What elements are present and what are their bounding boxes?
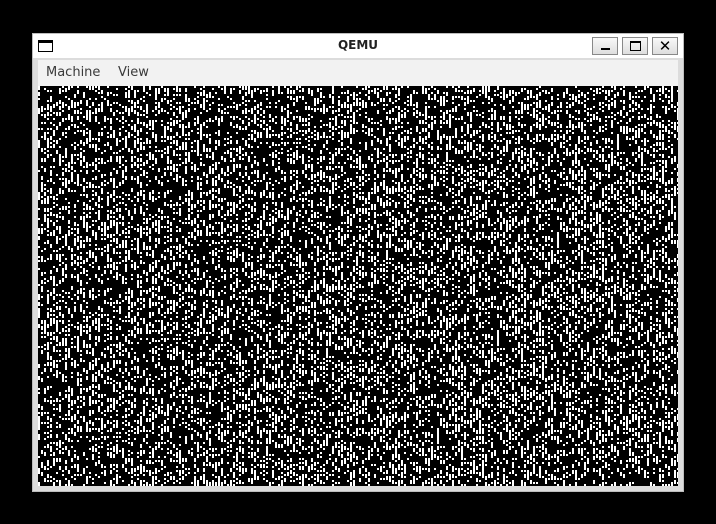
close-button[interactable]: ✕ (652, 37, 678, 55)
minimize-icon (601, 48, 610, 50)
close-icon: ✕ (658, 37, 672, 55)
menu-bar: Machine View (38, 60, 678, 86)
menu-view[interactable]: View (118, 65, 149, 80)
maximize-icon (630, 41, 641, 51)
menu-machine[interactable]: Machine (46, 65, 100, 80)
minimize-button[interactable] (592, 37, 618, 55)
guest-display[interactable] (38, 86, 678, 486)
title-bar[interactable]: QEMU ✕ (33, 34, 683, 58)
maximize-button[interactable] (622, 37, 648, 55)
window-title: QEMU (337, 38, 379, 52)
qemu-window: QEMU ✕ Machine View (32, 33, 684, 492)
display-noise (38, 86, 678, 486)
